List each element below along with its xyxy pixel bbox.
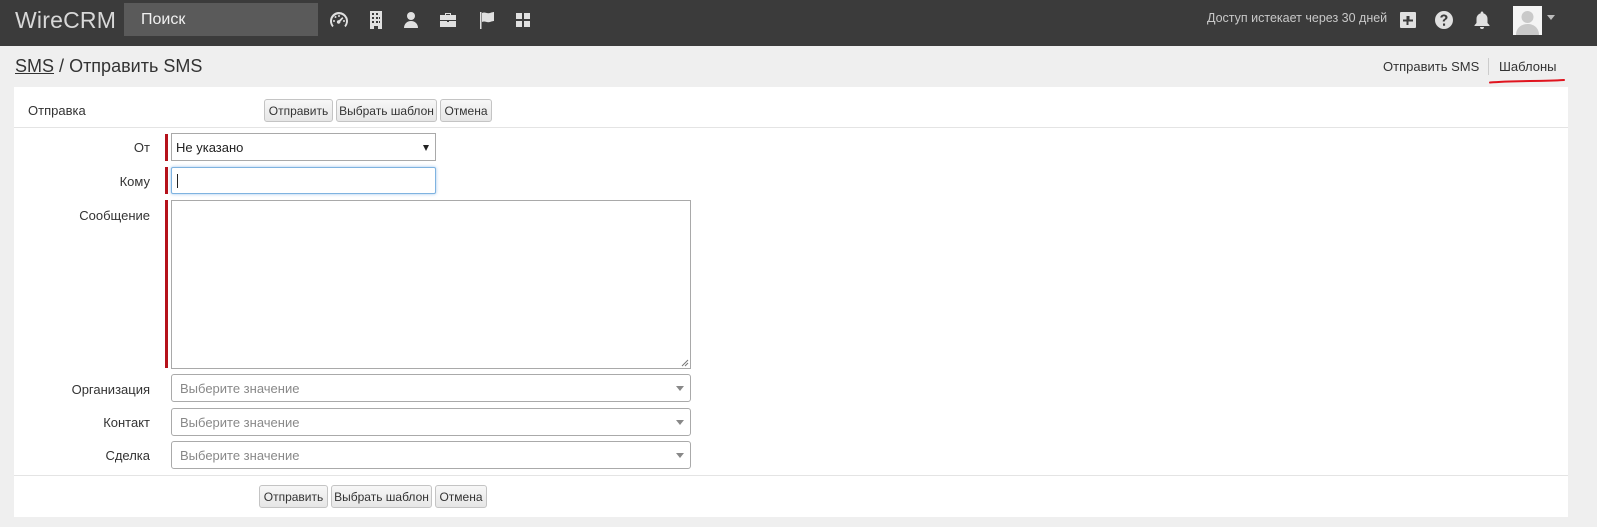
cancel-button-bottom[interactable]: Отмена bbox=[435, 485, 487, 508]
flag-icon[interactable] bbox=[476, 9, 498, 31]
brand-logo[interactable]: WireCRM bbox=[15, 7, 116, 34]
chevron-down-icon bbox=[676, 453, 684, 458]
from-select[interactable]: Не указано bbox=[171, 133, 436, 161]
send-sms-link[interactable]: Отправить SMS bbox=[1383, 59, 1479, 74]
user-icon[interactable] bbox=[400, 9, 422, 31]
section-title: Отправка bbox=[28, 103, 86, 118]
send-button-bottom[interactable]: Отправить bbox=[259, 485, 328, 508]
to-input[interactable] bbox=[171, 167, 436, 194]
required-marker bbox=[165, 134, 168, 161]
deal-placeholder: Выберите значение bbox=[180, 447, 300, 463]
avatar[interactable] bbox=[1513, 6, 1542, 35]
chevron-down-icon bbox=[676, 386, 684, 391]
user-menu-chevron-down-icon[interactable] bbox=[1547, 15, 1555, 20]
chevron-down-icon bbox=[423, 145, 429, 151]
to-label: Кому bbox=[119, 174, 150, 189]
breadcrumb: SMS / Отправить SMS bbox=[15, 56, 202, 77]
plus-square-icon[interactable] bbox=[1397, 9, 1419, 31]
contact-select[interactable]: Выберите значение bbox=[171, 408, 691, 436]
search-input[interactable] bbox=[124, 3, 318, 36]
templates-link[interactable]: Шаблоны bbox=[1499, 59, 1557, 74]
send-button[interactable]: Отправить bbox=[264, 99, 333, 122]
organization-label: Организация bbox=[71, 382, 150, 397]
access-expiry-notice: Доступ истекает через 30 дней bbox=[1207, 11, 1388, 25]
required-marker bbox=[165, 167, 168, 194]
building-icon[interactable] bbox=[365, 9, 387, 31]
bell-icon[interactable] bbox=[1471, 9, 1493, 31]
cancel-button[interactable]: Отмена bbox=[440, 99, 492, 122]
grid-icon[interactable] bbox=[512, 9, 534, 31]
required-marker bbox=[165, 200, 168, 368]
top-navbar: WireCRM Доступ истекает через 30 дней bbox=[0, 0, 1597, 46]
divider bbox=[14, 127, 1568, 128]
dashboard-icon[interactable] bbox=[328, 9, 350, 31]
breadcrumb-separator: / bbox=[59, 56, 65, 76]
organization-select[interactable]: Выберите значение bbox=[171, 374, 691, 402]
divider bbox=[14, 475, 1568, 476]
contact-placeholder: Выберите значение bbox=[180, 414, 300, 430]
deal-label: Сделка bbox=[105, 448, 150, 463]
resize-grip-icon[interactable] bbox=[681, 359, 689, 367]
text-cursor bbox=[177, 174, 178, 188]
actions-divider bbox=[1488, 58, 1489, 75]
organization-placeholder: Выберите значение bbox=[180, 380, 300, 396]
help-icon[interactable] bbox=[1433, 9, 1455, 31]
choose-template-button[interactable]: Выбрать шаблон bbox=[336, 99, 437, 122]
from-label: От bbox=[133, 140, 150, 155]
from-select-value: Не указано bbox=[176, 139, 244, 155]
message-textarea[interactable] bbox=[171, 200, 691, 369]
breadcrumb-link-sms[interactable]: SMS bbox=[15, 56, 54, 76]
chevron-down-icon bbox=[676, 420, 684, 425]
contact-label: Контакт bbox=[103, 415, 150, 430]
templates-highlight-underline bbox=[1489, 79, 1565, 84]
choose-template-button-bottom[interactable]: Выбрать шаблон bbox=[331, 485, 432, 508]
deal-select[interactable]: Выберите значение bbox=[171, 441, 691, 469]
page-title: Отправить SMS bbox=[69, 56, 203, 76]
message-label: Сообщение bbox=[79, 208, 150, 223]
briefcase-icon[interactable] bbox=[437, 9, 459, 31]
